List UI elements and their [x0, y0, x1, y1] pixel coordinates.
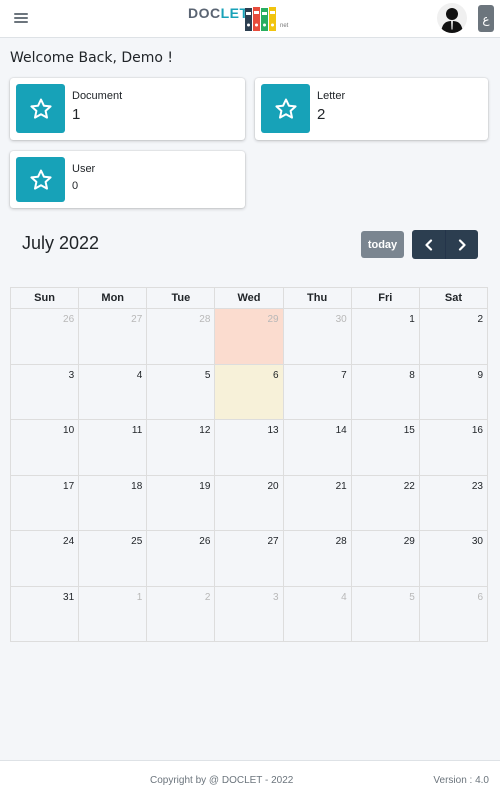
- calendar-day-cell[interactable]: 3: [214, 585, 284, 642]
- menu-toggle-icon[interactable]: [14, 11, 28, 25]
- stat-label: Document: [72, 90, 123, 102]
- calendar-day-cell[interactable]: 6: [418, 585, 489, 642]
- calendar-day-cell[interactable]: 11: [78, 419, 148, 476]
- stat-card-document[interactable]: Document 1: [10, 78, 245, 140]
- calendar-day-cell[interactable]: 26: [146, 530, 216, 587]
- calendar-day-cell[interactable]: 20: [214, 474, 284, 531]
- weekday-header: Fri: [350, 287, 420, 309]
- brand-logo[interactable]: DOCLET net: [188, 3, 292, 33]
- calendar-day-cell[interactable]: 4: [78, 363, 148, 420]
- calendar-week-row: 26 27 28 29 30 1 2: [9, 308, 489, 365]
- calendar-day-cell[interactable]: 27: [214, 530, 284, 587]
- binders-icon: [245, 7, 276, 31]
- calendar-day-cell[interactable]: 10: [9, 419, 80, 476]
- calendar-week-row: 24 25 26 27 28 29 30: [9, 530, 489, 587]
- calendar-day-cell[interactable]: 2: [146, 585, 216, 642]
- calendar-day-cell[interactable]: 2: [418, 308, 489, 365]
- star-icon: [261, 84, 310, 133]
- calendar-day-cell[interactable]: 29: [214, 308, 284, 365]
- prev-month-button[interactable]: [412, 230, 445, 259]
- weekday-header: Sun: [9, 287, 80, 309]
- weekday-header-row: Sun Mon Tue Wed Thu Fri Sat: [9, 287, 489, 309]
- calendar-day-cell[interactable]: 27: [78, 308, 148, 365]
- page-footer: Copyright by @ DOCLET - 2022 Version : 4…: [0, 760, 500, 800]
- copyright-text: Copyright by @ DOCLET - 2022: [150, 775, 294, 786]
- calendar-day-cell[interactable]: 29: [350, 530, 420, 587]
- stat-card-user[interactable]: User 0: [10, 151, 245, 208]
- calendar-day-cell[interactable]: 6: [214, 363, 284, 420]
- user-silhouette-icon: [441, 8, 463, 33]
- version-text: Version : 4.0: [433, 775, 489, 786]
- calendar-title: July 2022: [22, 233, 100, 253]
- calendar-day-cell[interactable]: 28: [146, 308, 216, 365]
- stat-label: Letter: [317, 90, 346, 102]
- stat-card-letter[interactable]: Letter 2: [255, 78, 488, 140]
- calendar-day-cell[interactable]: 31: [9, 585, 80, 642]
- calendar-day-cell[interactable]: 19: [146, 474, 216, 531]
- calendar-day-cell[interactable]: 5: [146, 363, 216, 420]
- calendar-day-cell[interactable]: 28: [282, 530, 352, 587]
- calendar-day-cell[interactable]: 8: [350, 363, 420, 420]
- weekday-header: Tue: [146, 287, 216, 309]
- calendar-day-cell[interactable]: 16: [418, 419, 489, 476]
- calendar-day-cell[interactable]: 12: [146, 419, 216, 476]
- weekday-header: Thu: [282, 287, 352, 309]
- calendar-day-cell[interactable]: 23: [418, 474, 489, 531]
- chevron-left-icon: [424, 238, 432, 251]
- calendar-nav-group: [412, 230, 478, 259]
- stat-value: 0: [72, 180, 79, 192]
- weekday-header: Wed: [214, 287, 284, 309]
- calendar-day-cell[interactable]: 26: [9, 308, 80, 365]
- calendar-day-cell[interactable]: 30: [282, 308, 352, 365]
- weekday-header: Sat: [418, 287, 489, 309]
- star-icon: [16, 84, 65, 133]
- calendar-day-cell[interactable]: 18: [78, 474, 148, 531]
- welcome-message: Welcome Back, Demo !: [10, 50, 174, 66]
- calendar-day-cell[interactable]: 24: [9, 530, 80, 587]
- calendar-week-row: 10 11 12 13 14 15 16: [9, 419, 489, 476]
- stat-value: 2: [317, 106, 326, 123]
- calendar-day-cell[interactable]: 3: [9, 363, 80, 420]
- stat-label: User: [72, 163, 96, 175]
- language-toggle-button[interactable]: ع: [478, 5, 494, 32]
- calendar-day-cell[interactable]: 15: [350, 419, 420, 476]
- calendar-week-row: 17 18 19 20 21 22 23: [9, 474, 489, 531]
- stat-value: 1: [72, 106, 81, 123]
- calendar-day-cell[interactable]: 7: [282, 363, 352, 420]
- month-calendar: Sun Mon Tue Wed Thu Fri Sat 26 27 28 29 30 1 2…: [9, 287, 489, 642]
- star-icon: [16, 157, 65, 202]
- calendar-day-cell[interactable]: 5: [350, 585, 420, 642]
- chevron-right-icon: [458, 238, 466, 251]
- calendar-day-cell[interactable]: 14: [282, 419, 352, 476]
- today-button[interactable]: today: [361, 231, 404, 258]
- calendar-day-cell[interactable]: 4: [282, 585, 352, 642]
- calendar-day-cell[interactable]: 22: [350, 474, 420, 531]
- calendar-week-row: 31 1 2 3 4 5 6: [9, 585, 489, 642]
- calendar-day-cell[interactable]: 1: [78, 585, 148, 642]
- calendar-week-row: 3456789: [9, 363, 489, 420]
- weekday-header: Mon: [78, 287, 148, 309]
- calendar-day-cell[interactable]: 21: [282, 474, 352, 531]
- next-month-button[interactable]: [445, 230, 478, 259]
- calendar-day-cell[interactable]: 17: [9, 474, 80, 531]
- calendar-day-cell[interactable]: 25: [78, 530, 148, 587]
- calendar-day-cell[interactable]: 9: [418, 363, 489, 420]
- calendar-day-cell[interactable]: 30: [418, 530, 489, 587]
- user-avatar[interactable]: [437, 3, 467, 33]
- top-navbar: DOCLET net ع: [0, 0, 500, 38]
- calendar-day-cell[interactable]: 1: [350, 308, 420, 365]
- calendar-day-cell[interactable]: 13: [214, 419, 284, 476]
